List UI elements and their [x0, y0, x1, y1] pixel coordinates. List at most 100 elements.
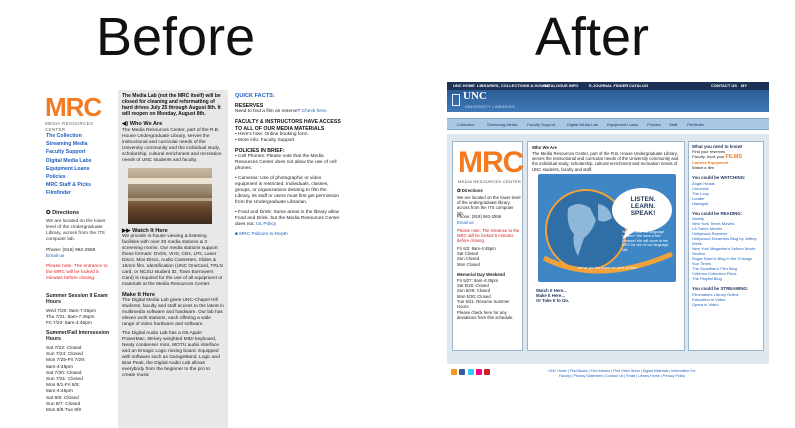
nav-filmfinder[interactable]: Filmfinder — [687, 122, 705, 127]
after-screenshot: UNC HOME LIBRARIES, COLLECTIONS & HOURS … — [447, 82, 769, 394]
faculty-item[interactable]: • More info: Faculty Support — [235, 138, 341, 144]
summer-hours-list: Wed 7/20: 8am-7:45pm Thu 7/21: 8am-7:45p… — [46, 309, 96, 327]
faculty-access-heading: FACULTY & INSTRUCTORS HAVE ACCESS TO ALL… — [235, 119, 341, 132]
nav-policies[interactable]: Policies — [647, 122, 661, 127]
hours-row: Fri 7/22: 8am-4:45pm — [46, 321, 92, 326]
nav-staff[interactable]: Staff — [669, 122, 677, 127]
nav-collection[interactable]: The Collection — [46, 132, 92, 140]
topbar-ejournal[interactable]: E-JOURNAL FINDER — [587, 83, 630, 89]
directions-heading-text: Directions — [461, 188, 483, 193]
twitter-icon[interactable] — [467, 369, 474, 375]
food-drink-policy-text: • Food and Drink: Some areas in the libr… — [235, 210, 340, 228]
who-we-are-heading: Who We Are — [532, 145, 558, 150]
play-icon: ▶▶ — [122, 227, 133, 234]
unc-logo-text[interactable]: UNC — [463, 90, 487, 102]
social-icons — [451, 369, 491, 376]
closing-warning: Please note: The entrance to the MRC wil… — [46, 264, 108, 281]
topbar-catalogue[interactable]: CATALOGUE INFO — [541, 83, 580, 89]
nav-faculty-support[interactable]: Faculty Support — [46, 148, 92, 156]
schedule-note: Please check here for any deviations fro… — [457, 310, 514, 321]
before-logo[interactable]: MRC MEDIA RESOURCES CENTER — [45, 94, 112, 133]
email-link[interactable]: Email us — [46, 254, 64, 260]
after-footer: UNC Home | Find Books | Find Articles | … — [447, 366, 769, 394]
topbar-catalog[interactable]: CATALOG — [627, 83, 650, 89]
flickr-icon[interactable] — [475, 369, 482, 375]
directions-text: We are located on the lower level of the… — [46, 219, 106, 242]
intersession-hours-heading: Summer/Fall Intersession Hours — [46, 330, 110, 342]
closing-warning: Please note: The entrance to the MRC wil… — [457, 228, 520, 244]
before-screenshot: MRC MEDIA RESOURCES CENTER The Collectio… — [40, 90, 410, 428]
watch-links: Watch It Here... Make It Here... Or Take… — [536, 288, 569, 304]
nav-collection[interactable]: Collection — [457, 122, 475, 127]
who-we-are-text: The Media Resources Center, part of the … — [532, 151, 679, 172]
after-body: MRC MEDIA RESOURCES CENTER ✪ Directions … — [447, 134, 769, 364]
nav-policies[interactable]: Policies — [46, 173, 92, 181]
footer-links[interactable]: UNC Home | Find Books | Find Articles | … — [547, 369, 697, 378]
photo-detail — [128, 177, 212, 184]
email-link[interactable]: Email us — [457, 220, 473, 225]
hours-row: Mon Closed — [457, 261, 480, 267]
nav-streaming-media[interactable]: Streaming Media — [487, 122, 517, 127]
nav-staff-picks[interactable]: MRC Staff & Picks — [46, 181, 92, 189]
nav-streaming-media[interactable]: Streaming Media — [46, 140, 92, 148]
directions-heading: ✪ Directions — [457, 188, 483, 193]
reserves-link[interactable]: Check here. — [302, 109, 328, 114]
speaker-icon: ◀) — [122, 121, 130, 128]
streaming-item[interactable]: Opera in Video — [692, 302, 760, 307]
rss-icon[interactable] — [451, 369, 457, 375]
take-it-to-go-link[interactable]: Or Take It to Go. — [536, 298, 569, 303]
reading-item[interactable]: The Playlist Blog — [692, 276, 760, 281]
reading-item[interactable]: Roger Ebert's Blog in the Chicago Sun Ti… — [692, 256, 760, 266]
banner-curve-text: we've got the world on your screen — [578, 266, 637, 270]
ul-policy-link[interactable]: UL Policy — [256, 222, 276, 227]
unc-logo-subtitle: UNIVERSITY LIBRARIES — [465, 105, 516, 109]
after-logo[interactable]: MRC MEDIA RESOURCES CENTER — [458, 146, 524, 185]
mrc-logo-text: MRC — [458, 146, 524, 179]
policies-in-depth-link[interactable]: ■ MRC Policies In-Depth — [235, 232, 341, 238]
listen-learn-speak-banner[interactable]: LISTEN. LEARN. SPEAK! Want to hear the l… — [538, 174, 676, 282]
after-center-panel: Who We Are The Media Resources Center, p… — [527, 141, 685, 351]
photo-detail — [128, 197, 212, 201]
reading-item[interactable]: Hollywood Dreamers Blog by Jeffrey Wells — [692, 236, 760, 246]
memorial-hours-heading: Memorial Day Weekend — [457, 272, 505, 277]
who-we-are-text: The Media Resources Center, part of the … — [122, 127, 222, 163]
summer-hours-heading: Summer Session II Exam Hours — [46, 293, 108, 305]
old-well-icon — [452, 94, 460, 106]
topbar-libraries[interactable]: LIBRARIES, COLLECTIONS & HOURS — [475, 83, 551, 89]
hours-row: Tue 5/31: Resume Summer Hours — [457, 298, 510, 310]
before-right-column: QUICK FACTS: RESERVES Need to find a fil… — [233, 90, 343, 428]
watch-it-here-heading-text: Watch It Here — [132, 227, 168, 234]
faculty-book-text: Faculty, book your — [692, 154, 725, 160]
speak-small-text: Want to hear the language spoken? We hav… — [622, 230, 669, 252]
nav-filmfinder[interactable]: Filmfinder — [46, 189, 92, 197]
facebook-icon[interactable] — [459, 369, 466, 375]
phone-number: Phone: (919) 962-2559 — [457, 214, 502, 219]
nav-faculty-support[interactable]: Faculty Support — [527, 122, 555, 127]
directions-heading: ✪ Directions — [46, 210, 79, 216]
nav-digital-media-labs[interactable]: Digital Media Labs — [46, 157, 92, 165]
topbar-contact[interactable]: CONTACT US — [709, 83, 739, 89]
after-left-panel: MRC MEDIA RESOURCES CENTER ✪ Directions … — [452, 141, 524, 351]
watch-film-line[interactable]: Watch a film — [692, 165, 760, 170]
make-it-here-text: The Digital Media Lab gives UNC-Chapel H… — [122, 297, 224, 327]
watch-it-here-text: We provide in-house viewing & listening … — [122, 233, 223, 287]
mrc-logo-text: MRC — [45, 92, 102, 122]
reserves-text-body: Need to find a film on reserve? — [235, 109, 301, 115]
reading-item[interactable]: New York Magazine's Vulture Movie Sectio… — [692, 246, 760, 256]
nav-equipment-loans[interactable]: Equipment Loans — [46, 165, 92, 173]
before-nav: The Collection Streaming Media Faculty S… — [46, 132, 92, 198]
nav-digital-media-lab[interactable]: Digital Media Lab — [567, 122, 598, 127]
youtube-icon[interactable] — [484, 369, 491, 375]
directions-heading-text: Directions — [52, 210, 80, 216]
before-left-column: MRC MEDIA RESOURCES CENTER The Collectio… — [40, 90, 112, 428]
before-center-column: The Media Lab (not the MRC itself) will … — [118, 90, 228, 428]
watching-item[interactable]: Hanagoti — [692, 201, 760, 206]
topbar-unc-home[interactable]: UNC HOME — [451, 83, 477, 89]
hours-list: Fri 6/3: 8am-4:45pm Sat Closed Sun Close… — [457, 246, 521, 267]
directions-text: We are located on the lower level of the… — [457, 195, 521, 216]
food-drink-policy: • Food and Drink: Some areas in the libr… — [235, 210, 341, 228]
who-we-are-heading-text: Who We Are — [129, 121, 163, 128]
topbar-account[interactable]: MY ACCOUNT — [739, 83, 769, 94]
after-header: UNC UNIVERSITY LIBRARIES — [447, 90, 769, 112]
nav-equipment-loans[interactable]: Equipment Loans — [607, 122, 638, 127]
